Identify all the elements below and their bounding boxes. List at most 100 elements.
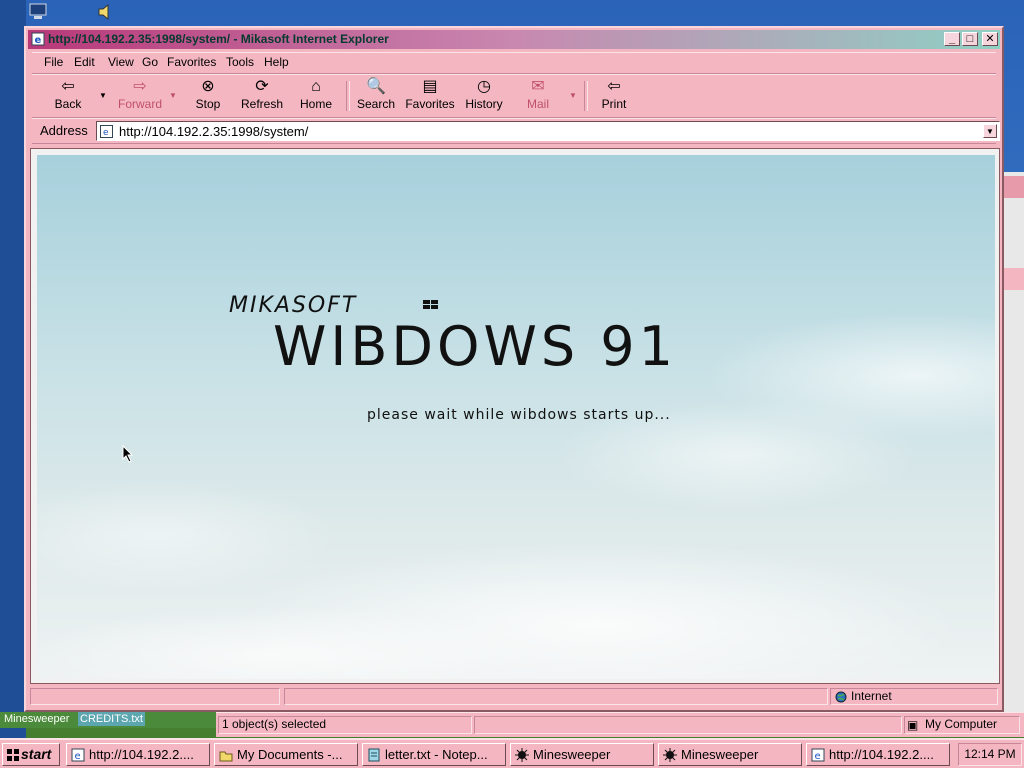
back-dropdown-arrow[interactable]: ▼ [98, 91, 108, 100]
internet-explorer-window: e http://104.192.2.35:1998/system/ - Mik… [24, 26, 1004, 712]
stop-icon: ⊗ [201, 78, 215, 95]
menu-view[interactable]: View [108, 55, 134, 69]
taskbar-label: My Documents -... [237, 747, 343, 762]
stop-label: Stop [195, 97, 221, 111]
globe-icon [835, 691, 847, 703]
print-button[interactable]: ⇦ Print [586, 77, 642, 115]
forward-label: Forward [117, 97, 162, 111]
explorer-status-pane [474, 716, 902, 734]
ie-page-icon: e [100, 125, 113, 138]
flag-logo-icon [423, 300, 438, 309]
svg-text:e: e [75, 751, 81, 762]
folder-icon [219, 751, 233, 762]
favorites-button[interactable]: ▤ Favorites [402, 77, 458, 115]
home-label: Home [299, 97, 332, 111]
taskbar-button-ie[interactable]: e http://104.192.2.... [66, 743, 210, 766]
menu-help[interactable]: Help [264, 55, 289, 69]
search-label: Search [356, 97, 396, 111]
page-content: MIKASOFT WIBDOWS 91 please wait while wi… [30, 148, 1000, 684]
taskbar-label: Minesweeper [681, 747, 759, 762]
refresh-icon: ⟳ [255, 78, 269, 95]
favorites-folder-icon: ▤ [422, 78, 438, 95]
mail-dropdown-arrow[interactable]: ▼ [568, 91, 578, 100]
address-url: http://104.192.2.35:1998/system/ [119, 124, 309, 139]
address-bar: Address e http://104.192.2.35:1998/syste… [32, 118, 1000, 144]
sky-background: MIKASOFT WIBDOWS 91 please wait while wi… [37, 155, 995, 679]
address-label: Address [40, 123, 88, 138]
print-label: Print [601, 97, 627, 111]
credits-tag[interactable]: CREDITS.txt [78, 712, 145, 726]
taskbar-label: http://104.192.2.... [829, 747, 934, 762]
minimize-button[interactable]: _ [944, 32, 960, 46]
refresh-label: Refresh [240, 97, 284, 111]
desktop-icons-strip [0, 0, 26, 738]
svg-text:e: e [35, 35, 42, 46]
favorites-label: Favorites [405, 97, 455, 111]
title-bar[interactable]: e http://104.192.2.35:1998/system/ - Mik… [28, 30, 1000, 49]
system-tray-clock[interactable]: 12:14 PM [958, 743, 1022, 766]
explorer-status-bar: 1 object(s) selected ▣ My Computer [216, 712, 1024, 737]
back-arrow-icon: ⇦ [61, 78, 75, 95]
menu-tools[interactable]: Tools [226, 55, 254, 69]
svg-text:e: e [103, 128, 109, 138]
taskbar-label: letter.txt - Notep... [385, 747, 488, 762]
speaker-icon[interactable] [96, 2, 116, 22]
desktop-tag-strip: Minesweeper CREDITS.txt [0, 712, 216, 728]
start-logo-icon [7, 749, 19, 761]
taskbar-button-minesweeper[interactable]: Minesweeper [658, 743, 802, 766]
status-pane-zone: Internet [830, 688, 998, 705]
toolbar: ⇦ Back ▼ ⇨ Forward ▼ ⊗ Stop ⟳ Refresh ⌂ … [32, 74, 996, 118]
history-label: History [465, 97, 503, 111]
mine-icon [663, 748, 677, 762]
menu-go[interactable]: Go [142, 55, 158, 69]
mine-icon [515, 748, 529, 762]
mail-icon: ✉ [531, 78, 545, 95]
stop-button[interactable]: ⊗ Stop [180, 77, 236, 115]
status-pane-main [30, 688, 280, 705]
forward-dropdown-arrow[interactable]: ▼ [168, 91, 178, 100]
zone-label: Internet [851, 689, 892, 703]
forward-arrow-icon: ⇨ [133, 78, 147, 95]
my-computer-desktop-icon[interactable] [28, 2, 48, 22]
menu-bar: File Edit View Go Favorites Tools Help [32, 52, 996, 74]
status-bar: Internet [30, 687, 998, 707]
svg-text:e: e [815, 751, 821, 762]
ie-icon: e [71, 748, 85, 762]
search-button[interactable]: 🔍 Search [348, 77, 404, 115]
status-pane-progress [284, 688, 828, 705]
menu-edit[interactable]: Edit [74, 55, 95, 69]
taskbar-button-minesweeper[interactable]: Minesweeper [510, 743, 654, 766]
back-label: Back [54, 97, 82, 111]
boot-message: please wait while wibdows starts up... [367, 407, 671, 423]
home-button[interactable]: ⌂ Home [288, 77, 344, 115]
back-button[interactable]: ⇦ Back [40, 77, 96, 115]
mail-button[interactable]: ✉ Mail [510, 77, 566, 115]
ie-icon: e [811, 748, 825, 762]
forward-button[interactable]: ⇨ Forward [110, 77, 170, 115]
taskbar-label: Minesweeper [533, 747, 611, 762]
menu-favorites[interactable]: Favorites [167, 55, 216, 69]
background-window-titlebar [1004, 176, 1024, 198]
taskbar-button-ie-active[interactable]: e http://104.192.2.... [806, 743, 950, 766]
maximize-button[interactable]: □ [962, 32, 978, 46]
refresh-button[interactable]: ⟳ Refresh [234, 77, 290, 115]
start-button[interactable]: start [2, 743, 60, 766]
menu-file[interactable]: File [44, 55, 63, 69]
taskbar-button-my-documents[interactable]: My Documents -... [214, 743, 358, 766]
home-icon: ⌂ [311, 78, 321, 95]
close-button[interactable]: ✕ [982, 32, 998, 46]
mouse-cursor-icon [122, 445, 134, 463]
address-input[interactable]: e http://104.192.2.35:1998/system/ ▼ [96, 121, 1000, 141]
ie-page-icon: e [31, 32, 45, 46]
address-dropdown-button[interactable]: ▼ [983, 124, 997, 138]
selection-text: 1 object(s) selected [222, 717, 327, 731]
taskbar-button-notepad[interactable]: letter.txt - Notep... [362, 743, 506, 766]
background-window-edge [1003, 172, 1024, 717]
minesweeper-tag[interactable]: Minesweeper [2, 712, 72, 726]
history-button[interactable]: ◷ History [456, 77, 512, 115]
os-title: WIBDOWS 91 [273, 315, 677, 378]
clock-text: 12:14 PM [964, 747, 1016, 761]
search-icon: 🔍 [366, 78, 386, 95]
taskbar: start e http://104.192.2.... My Document… [0, 738, 1024, 768]
mail-label: Mail [526, 97, 549, 111]
